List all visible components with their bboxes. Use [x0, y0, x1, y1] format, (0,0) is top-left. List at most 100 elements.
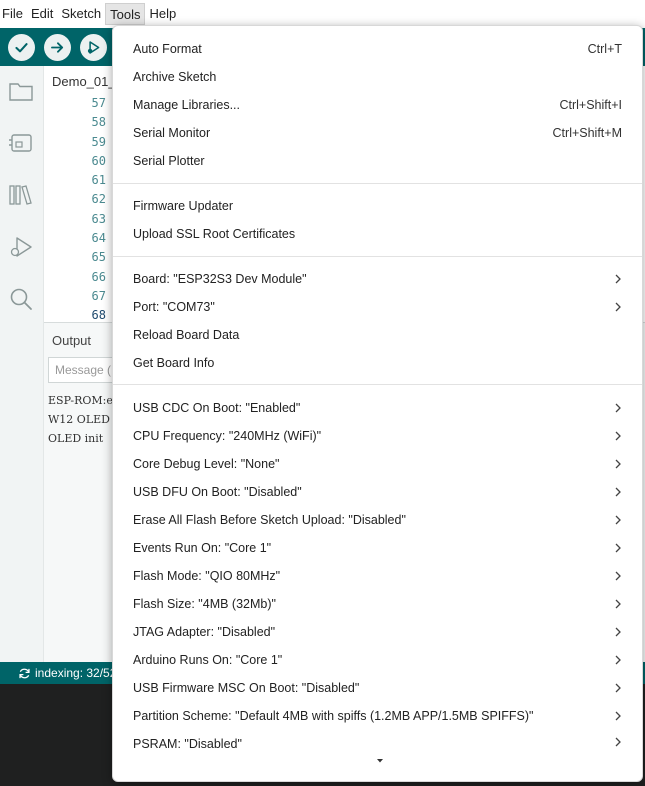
- line-number: 67: [91, 288, 106, 303]
- menu-item-label: Serial Monitor: [133, 126, 211, 140]
- menu-item-archive-sketch[interactable]: Archive Sketch: [113, 63, 642, 91]
- menu-item-label: Board: "ESP32S3 Dev Module": [133, 272, 307, 286]
- log-line: ESP-ROM:e: [48, 394, 113, 407]
- menu-sketch[interactable]: Sketch: [57, 3, 105, 25]
- menu-item-serial-plotter[interactable]: Serial Plotter: [113, 147, 642, 175]
- chevron-right-icon: [615, 655, 621, 665]
- log-line: OLED init: [48, 432, 104, 445]
- scroll-down-icon[interactable]: [375, 757, 385, 765]
- menu-item-reload-board-data[interactable]: Reload Board Data: [113, 321, 642, 349]
- menu-item-label: Erase All Flash Before Sketch Upload: "D…: [133, 513, 406, 527]
- chevron-right-icon: [615, 431, 621, 441]
- output-title: Output: [52, 333, 92, 348]
- shortcut-label: Ctrl+Shift+I: [559, 98, 622, 112]
- chevron-right-icon: [615, 599, 621, 609]
- verify-button[interactable]: [8, 34, 35, 61]
- menu-item-partition-scheme[interactable]: Partition Scheme: "Default 4MB with spif…: [113, 702, 642, 730]
- upload-button[interactable]: [44, 34, 71, 61]
- sync-icon: [19, 668, 30, 678]
- chevron-right-icon: [615, 274, 621, 284]
- menu-item-get-board-info[interactable]: Get Board Info: [113, 349, 642, 377]
- menu-item-core-debug-level[interactable]: Core Debug Level: "None": [113, 450, 642, 478]
- line-number: 64: [91, 231, 106, 246]
- shortcut-label: Ctrl+T: [587, 42, 622, 56]
- menu-item-events-run-on[interactable]: Events Run On: "Core 1": [113, 534, 642, 562]
- menu-tools[interactable]: Tools: [105, 3, 146, 25]
- file-tab[interactable]: Demo_01_: [52, 74, 116, 89]
- debug-icon: [87, 41, 100, 54]
- menu-separator: [113, 183, 642, 184]
- chevron-right-icon: [615, 487, 621, 497]
- menu-item-serial-monitor[interactable]: Serial Monitor Ctrl+Shift+M: [113, 119, 642, 147]
- menu-item-usb-dfu-on-boot[interactable]: USB DFU On Boot: "Disabled": [113, 478, 642, 506]
- menu-item-label: Core Debug Level: "None": [133, 457, 280, 471]
- menu-item-firmware-updater[interactable]: Firmware Updater: [113, 192, 642, 220]
- menu-item-label: Archive Sketch: [133, 70, 217, 84]
- menu-item-label: PSRAM: "Disabled": [133, 737, 242, 751]
- menu-item-board[interactable]: Board: "ESP32S3 Dev Module": [113, 265, 642, 293]
- debug-panel-button[interactable]: [8, 234, 34, 260]
- menu-item-label: USB CDC On Boot: "Enabled": [133, 401, 301, 415]
- chevron-right-icon: [615, 459, 621, 469]
- menu-item-auto-format[interactable]: Auto Format Ctrl+T: [113, 35, 642, 63]
- menu-file[interactable]: File: [0, 3, 27, 25]
- chevron-right-icon: [615, 711, 621, 721]
- menu-item-flash-size[interactable]: Flash Size: "4MB (32Mb)": [113, 590, 642, 618]
- menu-item-label: Flash Size: "4MB (32Mb)": [133, 597, 276, 611]
- chevron-right-icon: [615, 515, 621, 525]
- menu-item-label: Manage Libraries...: [133, 98, 241, 112]
- folder-icon: [9, 83, 33, 101]
- menu-edit[interactable]: Edit: [27, 3, 57, 25]
- line-number: 60: [91, 153, 106, 168]
- menu-item-label: Flash Mode: "QIO 80MHz": [133, 569, 281, 583]
- search-icon: [10, 288, 32, 310]
- board-manager-button[interactable]: [8, 130, 34, 156]
- menu-help[interactable]: Help: [145, 3, 180, 25]
- indexing-status: indexing: 32/52: [35, 666, 117, 680]
- menu-item-port[interactable]: Port: "COM73": [113, 293, 642, 321]
- menu-bar: File Edit Sketch Tools Help: [0, 0, 645, 28]
- line-number-gutter: 57 58 59 60 61 62 63 64 65 66 67 68: [64, 94, 114, 326]
- debug-button[interactable]: [80, 34, 107, 61]
- menu-item-label: Port: "COM73": [133, 300, 215, 314]
- menu-item-flash-mode[interactable]: Flash Mode: "QIO 80MHz": [113, 562, 642, 590]
- menu-item-label: Auto Format: [133, 42, 202, 56]
- line-number: 65: [91, 250, 106, 265]
- sketchbook-button[interactable]: [8, 78, 34, 104]
- chevron-right-icon: [615, 403, 621, 413]
- verify-icon: [15, 43, 28, 53]
- menu-item-jtag-adapter[interactable]: JTAG Adapter: "Disabled": [113, 618, 642, 646]
- menu-item-usb-firmware-msc[interactable]: USB Firmware MSC On Boot: "Disabled": [113, 674, 642, 702]
- shortcut-label: Ctrl+Shift+M: [552, 126, 622, 140]
- menu-item-upload-ssl-certificates[interactable]: Upload SSL Root Certificates: [113, 220, 642, 248]
- chevron-right-icon: [615, 683, 621, 693]
- search-button[interactable]: [8, 286, 34, 312]
- menu-item-label: Get Board Info: [133, 356, 215, 370]
- debug-icon: [10, 237, 32, 257]
- menu-item-cpu-frequency[interactable]: CPU Frequency: "240MHz (WiFi)": [113, 422, 642, 450]
- board-manager-icon: [9, 134, 32, 152]
- line-number: 63: [91, 211, 106, 226]
- sidebar: [0, 66, 44, 662]
- menu-item-label: Firmware Updater: [133, 199, 234, 213]
- menu-item-label: Partition Scheme: "Default 4MB with spif…: [133, 709, 534, 723]
- library-manager-icon: [9, 185, 32, 205]
- menu-item-usb-cdc-on-boot[interactable]: USB CDC On Boot: "Enabled": [113, 394, 642, 422]
- line-number: 59: [91, 134, 106, 149]
- menu-item-psram[interactable]: PSRAM: "Disabled": [113, 730, 642, 752]
- menu-item-label: Arduino Runs On: "Core 1": [133, 653, 283, 667]
- chevron-right-icon: [615, 543, 621, 553]
- chevron-right-icon: [615, 627, 621, 637]
- menu-item-label: CPU Frequency: "240MHz (WiFi)": [133, 429, 322, 443]
- line-number: 61: [91, 173, 106, 188]
- library-manager-button[interactable]: [8, 182, 34, 208]
- menu-item-manage-libraries[interactable]: Manage Libraries... Ctrl+Shift+I: [113, 91, 642, 119]
- menu-separator: [113, 384, 642, 385]
- menu-separator: [113, 256, 642, 257]
- menu-item-arduino-runs-on[interactable]: Arduino Runs On: "Core 1": [113, 646, 642, 674]
- tools-menu: Auto Format Ctrl+T Archive Sketch Manage…: [112, 25, 643, 782]
- menu-item-erase-all-flash[interactable]: Erase All Flash Before Sketch Upload: "D…: [113, 506, 642, 534]
- menu-item-label: Serial Plotter: [133, 154, 205, 168]
- upload-icon: [51, 42, 64, 53]
- menu-item-label: Reload Board Data: [133, 328, 240, 342]
